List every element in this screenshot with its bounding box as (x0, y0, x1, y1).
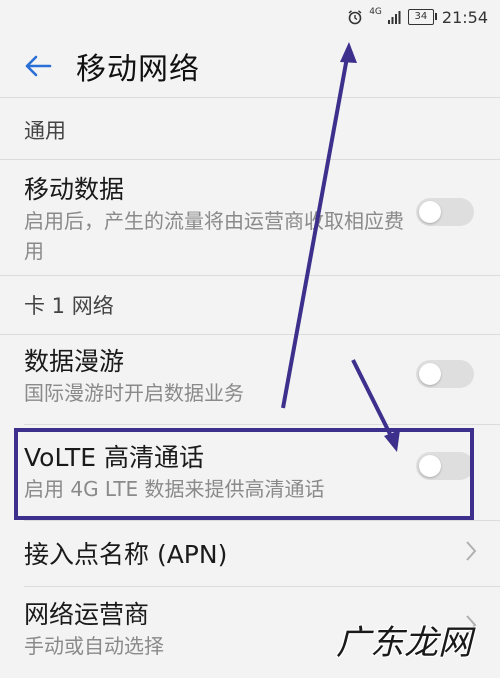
data-roaming-title: 数据漫游 (24, 347, 125, 376)
status-bar: 4G 34 21:54 (0, 0, 500, 34)
mobile-data-row[interactable]: 移动数据 启用后，产生的流量将由运营商收取相应费用 (0, 160, 500, 272)
volte-row[interactable]: VoLTE 高清通话 启用 4G LTE 数据来提供高清通话 (0, 430, 500, 518)
data-roaming-toggle[interactable] (416, 360, 474, 388)
alarm-icon (348, 10, 362, 25)
page-title: 移动网络 (76, 51, 200, 87)
volte-title: VoLTE 高清通话 (24, 443, 204, 472)
volte-toggle[interactable] (416, 452, 474, 480)
chevron-right-icon (466, 541, 477, 561)
watermark-logo: 广东龙网 (336, 623, 472, 663)
section-header-general: 通用 (0, 100, 500, 160)
clock: 21:54 (441, 7, 488, 27)
mobile-data-title: 移动数据 (24, 175, 125, 204)
toggle-knob (419, 201, 441, 223)
signal-icon (387, 11, 401, 24)
mobile-data-toggle[interactable] (416, 198, 474, 226)
battery-level: 34 (414, 11, 428, 22)
apn-row[interactable]: 接入点名称 (APN) (0, 521, 500, 585)
app-bar: 移动网络 (0, 34, 500, 98)
network-operator-title: 网络运营商 (24, 600, 150, 629)
volte-description: 启用 4G LTE 数据来提供高清通话 (24, 477, 325, 501)
back-button[interactable] (0, 34, 76, 98)
network-type: 4G (369, 7, 382, 17)
mobile-data-description: 启用后，产生的流量将由运营商收取相应费用 (24, 209, 404, 263)
divider (24, 424, 500, 425)
toggle-knob (419, 455, 441, 477)
data-roaming-row[interactable]: 数据漫游 国际漫游时开启数据业务 (0, 336, 500, 420)
section-header-sim1: 卡 1 网络 (0, 275, 500, 335)
data-roaming-description: 国际漫游时开启数据业务 (24, 381, 244, 405)
toggle-knob (419, 363, 441, 385)
arrow-left-icon (25, 55, 52, 76)
battery-icon: 34 (407, 9, 437, 25)
apn-title: 接入点名称 (APN) (24, 540, 228, 569)
